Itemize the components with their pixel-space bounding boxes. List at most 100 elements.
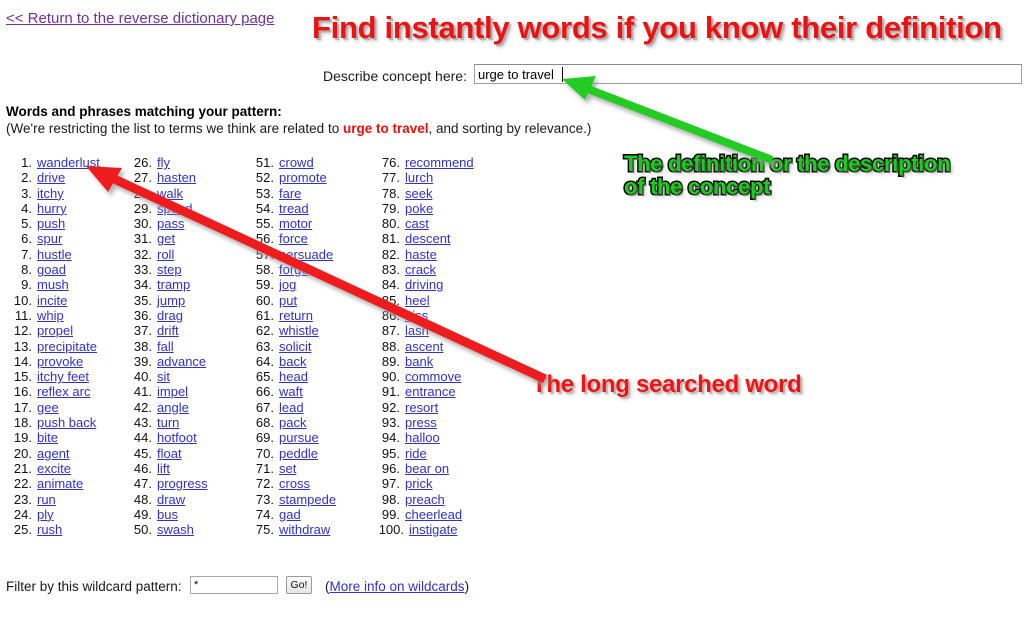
word-result-link[interactable]: press [405, 415, 437, 430]
word-result-link[interactable]: drag [157, 308, 183, 323]
word-result-link[interactable]: pack [279, 415, 306, 430]
word-result-link[interactable]: promote [279, 170, 327, 185]
word-result-link[interactable]: hasten [157, 170, 196, 185]
word-result-link[interactable]: prick [405, 476, 432, 491]
word-result-link[interactable]: force [279, 231, 308, 246]
word-result-link[interactable]: waft [279, 384, 303, 399]
word-result-link[interactable]: float [157, 446, 182, 461]
word-result-link[interactable]: whistle [279, 323, 319, 338]
word-result-link[interactable]: goad [37, 262, 66, 277]
word-result-link[interactable]: push back [37, 415, 96, 430]
word-result-link[interactable]: run [37, 492, 56, 507]
word-result-link[interactable]: bus [157, 507, 178, 522]
word-result-link[interactable]: hiss [405, 308, 428, 323]
word-result-link[interactable]: poke [405, 201, 433, 216]
word-result-link[interactable]: halloo [405, 430, 440, 445]
word-result-link[interactable]: speed [157, 201, 192, 216]
word-result-link[interactable]: itchy [37, 186, 64, 201]
word-result-link[interactable]: cast [405, 216, 429, 231]
word-result-link[interactable]: stampede [279, 492, 336, 507]
word-result-link[interactable]: tread [279, 201, 309, 216]
word-result-link[interactable]: hustle [37, 247, 72, 262]
word-result-link[interactable]: jump [157, 293, 185, 308]
word-result-link[interactable]: provoke [37, 354, 83, 369]
word-result-link[interactable]: angle [157, 400, 189, 415]
word-result-link[interactable]: persuade [279, 247, 333, 262]
word-result-link[interactable]: excite [37, 461, 71, 476]
word-result-link[interactable]: pursue [279, 430, 319, 445]
word-result-link[interactable]: solicit [279, 339, 312, 354]
word-result-link[interactable]: hotfoot [157, 430, 197, 445]
word-result-link[interactable]: bite [37, 430, 58, 445]
word-result-link[interactable]: spur [37, 231, 62, 246]
word-result-link[interactable]: gad [279, 507, 301, 522]
word-result-link[interactable]: drive [37, 170, 65, 185]
word-result-link[interactable]: advance [157, 354, 206, 369]
word-result-link[interactable]: crack [405, 262, 436, 277]
word-result-link[interactable]: push [37, 216, 65, 231]
word-result-link[interactable]: haste [405, 247, 437, 262]
word-result-link[interactable]: swash [157, 522, 194, 537]
word-result-link[interactable]: propel [37, 323, 73, 338]
word-result-link[interactable]: ply [37, 507, 54, 522]
word-result-link[interactable]: animate [37, 476, 83, 491]
word-result-link[interactable]: rush [37, 522, 62, 537]
word-result-link[interactable]: seek [405, 186, 432, 201]
word-result-link[interactable]: whip [37, 308, 64, 323]
word-result-link[interactable]: ascent [405, 339, 443, 354]
word-result-link[interactable]: motor [279, 216, 312, 231]
more-info-on-wildcards-link[interactable]: More info on wildcards [330, 579, 465, 594]
word-result-link[interactable]: itchy feet [37, 369, 89, 384]
word-result-link[interactable]: fly [157, 155, 170, 170]
word-result-link[interactable]: step [157, 262, 182, 277]
word-result-link[interactable]: commove [405, 369, 461, 384]
word-result-link[interactable]: agent [37, 446, 70, 461]
word-result-link[interactable]: turn [157, 415, 179, 430]
word-result-link[interactable]: tramp [157, 277, 190, 292]
word-result-link[interactable]: return [279, 308, 313, 323]
word-result-link[interactable]: instigate [409, 522, 457, 537]
word-result-link[interactable]: draw [157, 492, 185, 507]
describe-concept-input[interactable] [474, 64, 1022, 84]
word-result-link[interactable]: fall [157, 339, 174, 354]
word-result-link[interactable]: ride [405, 446, 427, 461]
word-result-link[interactable]: withdraw [279, 522, 330, 537]
word-result-link[interactable]: peddle [279, 446, 318, 461]
word-result-link[interactable]: lift [157, 461, 170, 476]
return-to-reverse-dictionary-link[interactable]: << Return to the reverse dictionary page [6, 10, 275, 27]
word-result-link[interactable]: incite [37, 293, 67, 308]
word-result-link[interactable]: cheerlead [405, 507, 462, 522]
word-result-link[interactable]: progress [157, 476, 208, 491]
word-result-link[interactable]: reflex arc [37, 384, 90, 399]
word-result-link[interactable]: lead [279, 400, 304, 415]
word-result-link[interactable]: recommend [405, 155, 474, 170]
word-result-link[interactable]: preach [405, 492, 445, 507]
word-result-link[interactable]: head [279, 369, 308, 384]
word-result-link[interactable]: roll [157, 247, 174, 262]
word-result-link[interactable]: walk [157, 186, 183, 201]
word-result-link[interactable]: jog [279, 277, 296, 292]
word-result-link[interactable]: cross [279, 476, 310, 491]
word-result-link[interactable]: descent [405, 231, 451, 246]
word-result-link[interactable]: mush [37, 277, 69, 292]
word-result-link[interactable]: wanderlust [37, 155, 100, 170]
word-result-link[interactable]: hurry [37, 201, 67, 216]
word-result-link[interactable]: set [279, 461, 296, 476]
word-result-link[interactable]: lash [405, 323, 429, 338]
word-result-link[interactable]: pass [157, 216, 184, 231]
word-result-link[interactable]: bear on [405, 461, 449, 476]
word-result-link[interactable]: lurch [405, 170, 433, 185]
word-result-link[interactable]: precipitate [37, 339, 97, 354]
word-result-link[interactable]: heel [405, 293, 430, 308]
word-result-link[interactable]: bank [405, 354, 433, 369]
wildcard-pattern-input[interactable] [190, 576, 278, 594]
word-result-link[interactable]: put [279, 293, 297, 308]
go-button[interactable]: Go! [286, 576, 312, 594]
word-result-link[interactable]: driving [405, 277, 443, 292]
word-result-link[interactable]: impel [157, 384, 188, 399]
word-result-link[interactable]: drift [157, 323, 179, 338]
word-result-link[interactable]: crowd [279, 155, 314, 170]
word-result-link[interactable]: back [279, 354, 306, 369]
word-result-link[interactable]: forge [279, 262, 309, 277]
word-result-link[interactable]: sit [157, 369, 170, 384]
